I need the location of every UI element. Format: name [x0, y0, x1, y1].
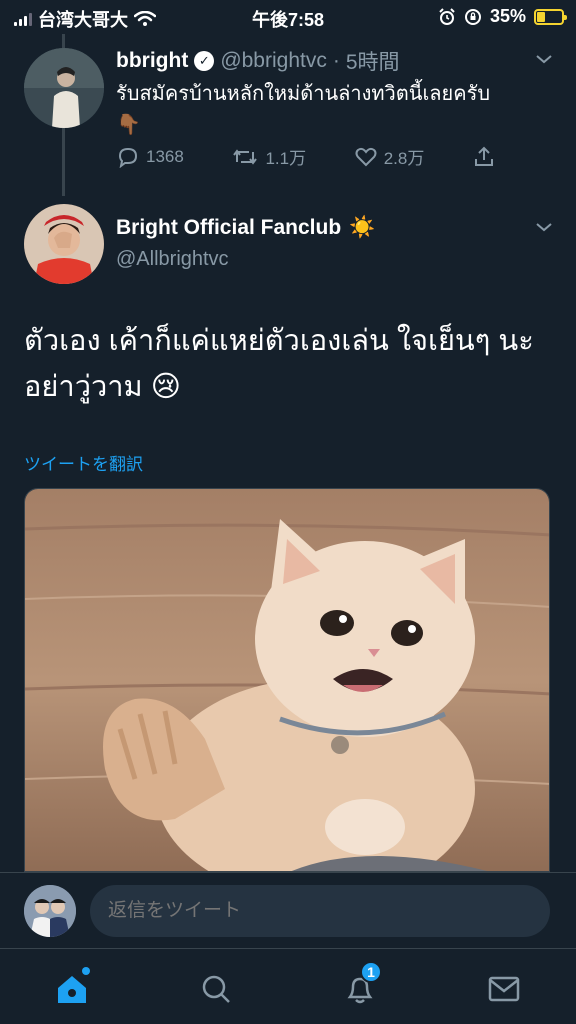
new-content-dot — [82, 967, 90, 975]
reply-input[interactable] — [90, 885, 550, 937]
reply-count: 1368 — [146, 146, 184, 166]
notification-badge: 1 — [360, 961, 382, 983]
home-icon — [58, 976, 86, 1003]
like-button[interactable]: 2.8万 — [354, 144, 425, 169]
search-icon — [202, 975, 230, 1003]
current-user-avatar[interactable] — [24, 885, 76, 937]
reply-bar — [0, 872, 576, 948]
chevron-down-icon[interactable] — [534, 52, 554, 66]
translate-tweet-link[interactable]: ツイートを翻訳 — [24, 450, 143, 475]
status-bar: 台湾大哥大 午後7:58 35% ⚡ — [0, 0, 576, 34]
status-right: 35% ⚡ — [438, 6, 567, 27]
mail-icon — [488, 976, 520, 1002]
battery-icon: ⚡ — [534, 8, 567, 25]
parent-tweet-text: รับสมัครบ้านหลักใหม่ด้านล่างทวิตนี้เลยคร… — [116, 80, 556, 140]
avatar-bbright[interactable] — [24, 48, 104, 128]
reply-icon — [118, 147, 138, 168]
like-count: 2.8万 — [383, 149, 425, 168]
retweet-count: 1.1万 — [265, 149, 307, 168]
sun-emoji: ☀️ — [349, 216, 376, 239]
tweet-actions: 1368 1.1万 2.8万 — [116, 144, 496, 169]
tweet-media-image[interactable] — [24, 488, 550, 872]
heart-icon — [355, 147, 377, 166]
thread-connector-top — [62, 34, 65, 48]
thread-connector — [62, 128, 65, 196]
separator: · — [332, 49, 340, 72]
chevron-down-icon[interactable] — [534, 220, 554, 234]
bottom-tab-bar: 1 — [0, 948, 576, 1024]
parent-tweet-body: รับสมัครบ้านหลักใหม่ด้านล่างทวิตนี้เลยคร… — [116, 83, 491, 105]
tab-messages[interactable] — [484, 969, 524, 1009]
reply-button[interactable]: 1368 — [116, 146, 184, 168]
battery-percent: 35% — [489, 6, 526, 26]
retweet-button[interactable]: 1.1万 — [231, 144, 306, 169]
share-button[interactable] — [472, 145, 496, 169]
main-author-handle[interactable]: @Allbrightvc — [116, 248, 229, 271]
tab-notifications[interactable]: 1 — [340, 961, 382, 1009]
orientation-lock-icon — [464, 8, 481, 25]
alarm-icon — [439, 7, 455, 25]
verified-badge-icon: ✓ — [194, 51, 215, 71]
author-name[interactable]: bbright — [116, 49, 188, 73]
avatar-bright-fanclub[interactable] — [24, 204, 104, 284]
share-icon — [474, 146, 493, 166]
tab-search[interactable] — [196, 969, 236, 1009]
pointing-down-emoji: 👇🏾 — [116, 114, 141, 136]
parent-tweet-header: bbright ✓ @bbrightvc · 5時間 — [116, 46, 400, 76]
timestamp: 5時間 — [345, 51, 400, 74]
author-handle[interactable]: @bbrightvc — [220, 49, 327, 73]
main-tweet-text: ตัวเอง เค้าก็แค่แหย่ตัวเองเล่น ใจเย็นๆ น… — [24, 325, 534, 404]
retweet-icon — [233, 148, 258, 165]
main-author-name-text: Bright Official Fanclub — [116, 216, 342, 239]
main-author-name[interactable]: Bright Official Fanclub ☀️ — [116, 216, 375, 240]
tab-home[interactable] — [52, 967, 92, 1009]
